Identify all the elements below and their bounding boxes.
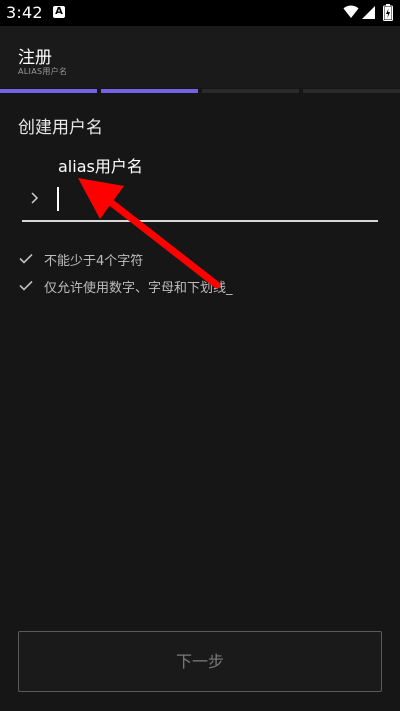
alias-username-input[interactable]	[56, 186, 376, 212]
status-time: 3:42	[6, 3, 43, 22]
check-icon	[19, 253, 33, 264]
text-cursor	[57, 187, 59, 211]
rule-text: 仅允许使用数字、字母和下划线_	[44, 281, 233, 296]
progress-step-3	[202, 89, 299, 93]
progress-step-4	[303, 89, 400, 93]
signal-icon	[362, 6, 375, 19]
status-bar: 3:42 A	[0, 0, 400, 26]
input-underline	[22, 220, 378, 222]
battery-icon	[383, 4, 393, 21]
app-header: 注册 ALIAS用户名	[0, 26, 400, 88]
progress-step-1	[0, 89, 97, 93]
section-title: 创建用户名	[18, 118, 103, 138]
annotation-arrow	[78, 178, 221, 289]
page-title: 注册	[18, 48, 52, 68]
check-icon	[19, 280, 33, 291]
page-subtitle: ALIAS用户名	[18, 67, 68, 76]
progress-step-2	[101, 89, 198, 93]
next-button[interactable]: 下一步	[18, 631, 382, 692]
chevron-right-icon	[31, 192, 39, 204]
step-progress	[0, 89, 400, 93]
notification-icon: A	[53, 6, 65, 18]
wifi-icon	[343, 5, 359, 18]
rule-text: 不能少于4个字符	[44, 254, 144, 269]
alias-field-label: alias用户名	[58, 157, 143, 176]
